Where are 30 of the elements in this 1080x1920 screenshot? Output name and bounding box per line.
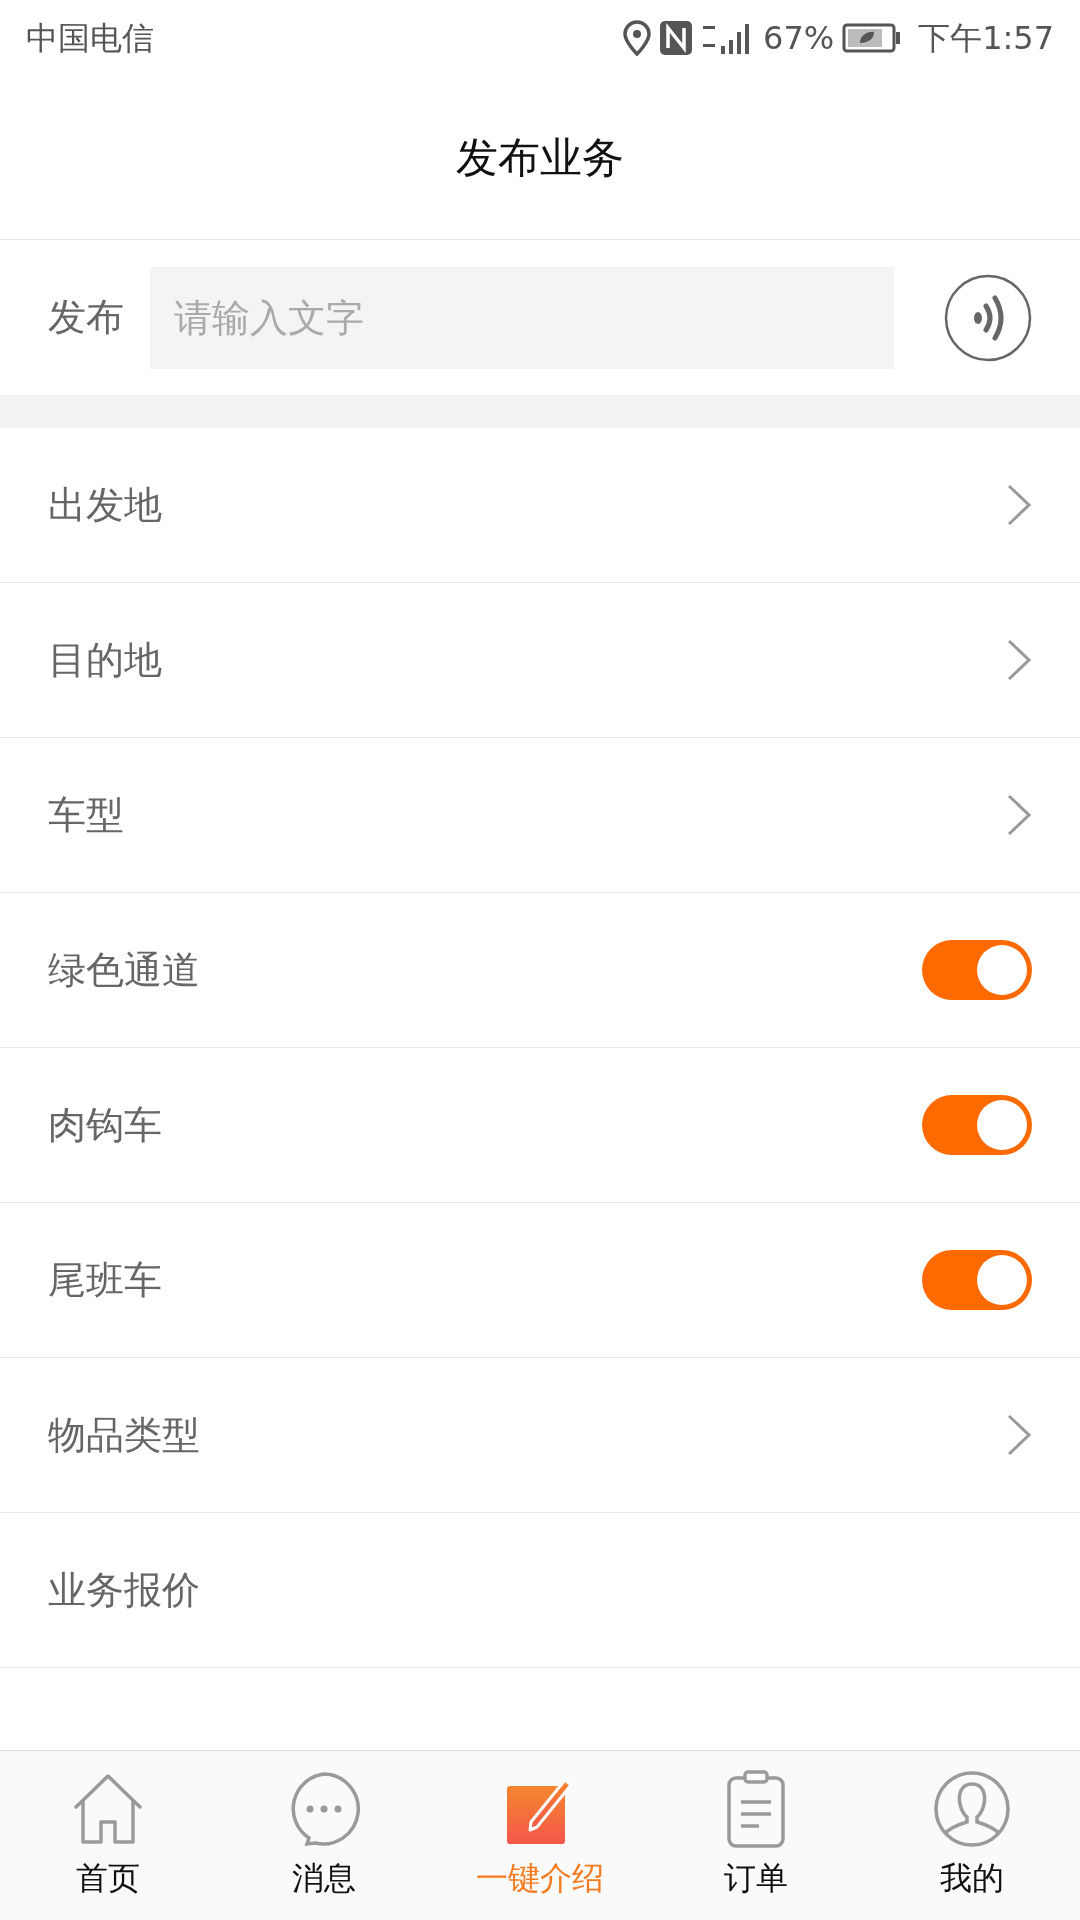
row-label: 尾班车 xyxy=(48,1256,162,1304)
row-label: 车型 xyxy=(48,791,124,839)
toggle-switch[interactable] xyxy=(922,1250,1032,1310)
chevron-right-icon[interactable] xyxy=(1006,483,1032,527)
tab-bar-item[interactable]: 消息 xyxy=(216,1751,432,1920)
row-label: 目的地 xyxy=(48,636,162,684)
row-label: 出发地 xyxy=(48,481,162,529)
row-label: 绿色通道 xyxy=(48,946,200,994)
row-label: 肉钩车 xyxy=(48,1101,162,1149)
toggle-switch[interactable] xyxy=(922,1095,1032,1155)
chevron-right-icon[interactable] xyxy=(1006,1413,1032,1457)
row-label: 业务报价 xyxy=(48,1566,200,1614)
toggle-switch[interactable] xyxy=(922,940,1032,1000)
carrier-name: 中国电信 xyxy=(26,17,154,59)
user-icon xyxy=(933,1769,1011,1848)
chevron-right-icon[interactable] xyxy=(1006,793,1032,837)
tab-bar-item[interactable]: 我的 xyxy=(864,1751,1080,1920)
location-icon xyxy=(623,19,651,56)
nfc-icon xyxy=(659,19,693,56)
battery-icon xyxy=(842,22,903,53)
page-title: 发布业务 xyxy=(456,131,624,184)
clock-time: 下午1:57 xyxy=(918,17,1054,59)
publish-label: 发布 xyxy=(48,294,124,341)
tab-bar-item[interactable]: 首页 xyxy=(0,1751,216,1920)
battery-percent: 67% xyxy=(763,17,835,59)
tab-bar-item[interactable]: 订单 xyxy=(648,1751,864,1920)
voice-icon[interactable] xyxy=(944,273,1032,362)
row-label: 物品类型 xyxy=(48,1411,200,1459)
chevron-right-icon[interactable] xyxy=(1006,638,1032,682)
text-input-field[interactable]: 请输入文字 xyxy=(150,266,894,369)
